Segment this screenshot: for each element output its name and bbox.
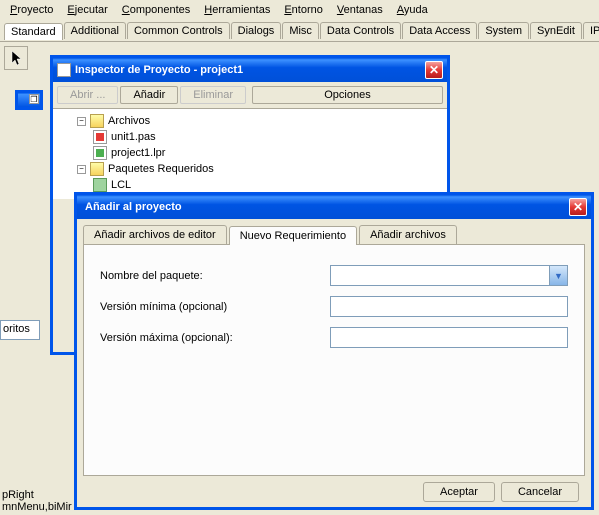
component-palette-tabs: Standard Additional Common Controls Dial…: [0, 20, 599, 42]
menu-entorno[interactable]: Entorno: [278, 2, 329, 18]
lpr-file-icon: [93, 146, 107, 160]
list-fragment[interactable]: oritos: [0, 320, 40, 340]
add-button[interactable]: Añadir: [120, 86, 178, 104]
accept-button[interactable]: Aceptar: [423, 482, 495, 502]
tab-additional[interactable]: Additional: [64, 22, 126, 39]
tree-label: unit1.pas: [111, 131, 156, 143]
tree-required-node[interactable]: − Paquetes Requeridos: [61, 161, 439, 177]
tree-file-unit[interactable]: unit1.pas: [61, 129, 439, 145]
tree-label: LCL: [111, 179, 131, 191]
tree-label: project1.lpr: [111, 147, 165, 159]
package-icon: [93, 178, 107, 192]
cancel-button[interactable]: Cancelar: [501, 482, 579, 502]
left-fragment: oritos: [0, 320, 40, 342]
window-icon: [57, 63, 71, 77]
tab-standard[interactable]: Standard: [4, 23, 63, 40]
close-icon[interactable]: ✕: [425, 61, 443, 79]
bottom-text-2: mnMenu,biMir: [0, 501, 72, 513]
folder-icon: [90, 114, 104, 128]
menu-componentes[interactable]: Componentes: [116, 2, 197, 18]
open-button[interactable]: Abrir ...: [57, 86, 118, 104]
menu-proyecto[interactable]: Proyecto: [4, 2, 59, 18]
bottom-fragment: pRight mnMenu,biMir: [0, 489, 72, 513]
tab-common-controls[interactable]: Common Controls: [127, 22, 230, 39]
add-dialog-title: Añadir al proyecto: [81, 201, 569, 213]
tab-system[interactable]: System: [478, 22, 529, 39]
menu-herramientas[interactable]: Herramientas: [198, 2, 276, 18]
minimized-window[interactable]: ❐: [15, 90, 43, 110]
tab-misc[interactable]: Misc: [282, 22, 319, 39]
tree-label: Archivos: [108, 115, 150, 127]
package-name-combo[interactable]: ▼: [330, 265, 568, 286]
tab-data-access[interactable]: Data Access: [402, 22, 477, 39]
min-version-label: Versión mínima (opcional): [100, 301, 330, 313]
collapse-icon[interactable]: −: [77, 165, 86, 174]
tab-add-files[interactable]: Añadir archivos: [359, 225, 457, 244]
tab-editor-files[interactable]: Añadir archivos de editor: [83, 225, 227, 244]
tree-lcl-item[interactable]: LCL: [61, 177, 439, 193]
add-to-project-dialog: Añadir al proyecto ✕ Añadir archivos de …: [74, 192, 594, 510]
tab-data-controls[interactable]: Data Controls: [320, 22, 401, 39]
tree-files-node[interactable]: − Archivos: [61, 113, 439, 129]
tree-file-lpr[interactable]: project1.lpr: [61, 145, 439, 161]
collapse-icon[interactable]: −: [77, 117, 86, 126]
tab-ipro[interactable]: IPro: [583, 22, 599, 39]
tab-dialogs[interactable]: Dialogs: [231, 22, 282, 39]
project-tree[interactable]: − Archivos unit1.pas project1.lpr − Paqu…: [53, 109, 447, 199]
max-version-label: Versión máxima (opcional):: [100, 332, 330, 344]
inspector-toolbar: Abrir ... Añadir Eliminar Opciones: [53, 82, 447, 109]
add-dialog-titlebar[interactable]: Añadir al proyecto ✕: [77, 195, 591, 219]
add-dialog-tabs: Añadir archivos de editor Nuevo Requerim…: [83, 225, 585, 244]
options-button[interactable]: Opciones: [252, 86, 443, 104]
tab-new-requirement[interactable]: Nuevo Requerimiento: [229, 226, 357, 245]
close-icon[interactable]: ✕: [569, 198, 587, 216]
chevron-down-icon[interactable]: ▼: [550, 265, 568, 286]
max-version-row: Versión máxima (opcional):: [100, 327, 568, 348]
min-version-row: Versión mínima (opcional): [100, 296, 568, 317]
tab-synedit[interactable]: SynEdit: [530, 22, 582, 39]
tree-label: Paquetes Requeridos: [108, 163, 214, 175]
new-requirement-panel: Nombre del paquete: ▼ Versión mínima (op…: [83, 244, 585, 476]
inspector-titlebar[interactable]: Inspector de Proyecto - project1 ✕: [53, 58, 447, 82]
menu-ayuda[interactable]: Ayuda: [391, 2, 434, 18]
menu-ventanas[interactable]: Ventanas: [331, 2, 389, 18]
bottom-text-1: pRight: [0, 489, 72, 501]
pas-file-icon: [93, 130, 107, 144]
min-version-input[interactable]: [330, 296, 568, 317]
dialog-button-row: Aceptar Cancelar: [83, 476, 585, 508]
max-version-input[interactable]: [330, 327, 568, 348]
restore-icon[interactable]: ❐: [29, 94, 39, 104]
package-name-input[interactable]: [330, 265, 550, 286]
package-name-label: Nombre del paquete:: [100, 270, 330, 282]
add-dialog-body: Añadir archivos de editor Nuevo Requerim…: [77, 219, 591, 514]
inspector-title: Inspector de Proyecto - project1: [75, 64, 425, 76]
folder-icon: [90, 162, 104, 176]
main-menu: Proyecto Ejecutar Componentes Herramient…: [0, 0, 599, 20]
menu-ejecutar[interactable]: Ejecutar: [61, 2, 113, 18]
pointer-tool-icon[interactable]: [4, 46, 28, 70]
remove-button[interactable]: Eliminar: [180, 86, 246, 104]
package-name-row: Nombre del paquete: ▼: [100, 265, 568, 286]
